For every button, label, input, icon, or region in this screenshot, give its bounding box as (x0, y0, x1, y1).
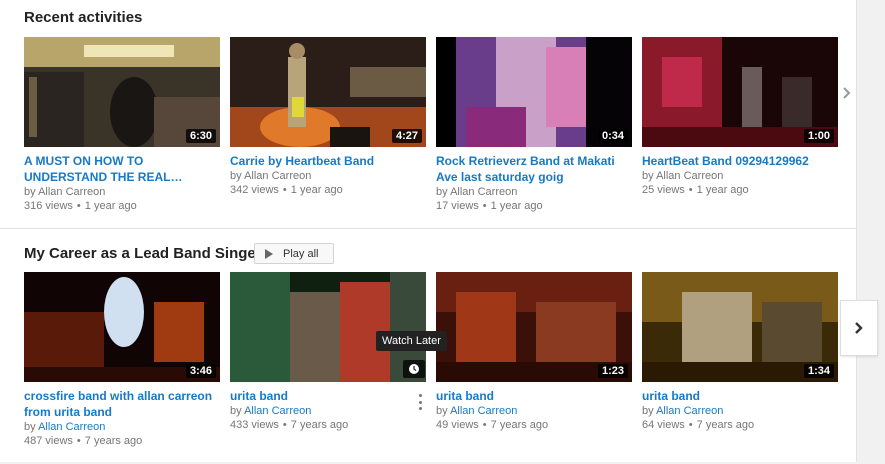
separator-dot: • (76, 200, 81, 212)
video-thumbnail[interactable]: 0:34 (436, 37, 632, 147)
video-views: 64 views (642, 419, 685, 431)
video-author[interactable]: Allan Carreon (38, 421, 105, 433)
separator-dot: • (76, 435, 81, 447)
by-label: by (230, 170, 242, 182)
by-label: by (642, 170, 654, 182)
play-icon (265, 248, 273, 259)
video-card[interactable]: 6:30 A MUST ON HOW TO UNDERSTAND THE REA… (24, 37, 220, 213)
video-duration: 1:00 (803, 129, 834, 143)
separator-dot: • (482, 419, 487, 431)
video-card[interactable]: 1:23 urita band by Allan Carreon 49 view… (436, 272, 632, 432)
video-duration: 6:30 (185, 129, 216, 143)
video-card[interactable]: 0:34 Rock Retrieverz Band at Makati Ave … (436, 37, 632, 213)
video-thumbnail[interactable]: 6:30 (24, 37, 220, 147)
video-card[interactable]: 1:34 urita band by Allan Carreon 64 view… (642, 272, 838, 432)
video-title[interactable]: urita band (642, 388, 838, 404)
next-page-button[interactable] (840, 300, 878, 356)
video-title[interactable]: urita band (436, 388, 632, 404)
clock-icon (409, 364, 419, 374)
video-card[interactable]: urita band by Allan Carreon 433 views • 7 … (230, 272, 426, 432)
chevron-right-icon (855, 322, 863, 334)
by-label: by (436, 405, 448, 417)
chevron-right-icon[interactable] (842, 85, 852, 101)
by-label: by (24, 421, 36, 433)
video-card[interactable]: 1:00 HeartBeat Band 09294129962 by Allan… (642, 37, 838, 197)
video-duration: 3:46 (185, 364, 216, 378)
section-title: Recent activities (24, 9, 143, 26)
separator-dot: • (482, 200, 487, 212)
video-duration: 4:27 (391, 129, 422, 143)
video-author[interactable]: Allan Carreon (450, 186, 517, 198)
video-views: 433 views (230, 419, 279, 431)
video-author[interactable]: Allan Carreon (38, 186, 105, 198)
video-age: 7 years ago (290, 419, 349, 431)
play-all-button[interactable]: Play all (254, 243, 334, 264)
video-title[interactable]: Rock Retrieverz Band at Makati Ave last … (436, 153, 632, 185)
section-title: My Career as a Lead Band Singer (24, 245, 262, 262)
video-age: 1 year ago (84, 200, 137, 212)
by-label: by (642, 405, 654, 417)
video-views: 487 views (24, 435, 73, 447)
by-label: by (230, 405, 242, 417)
video-author[interactable]: Allan Carreon (656, 405, 723, 417)
thumbnail-image (230, 272, 426, 382)
video-author[interactable]: Allan Carreon (450, 405, 517, 417)
video-title[interactable]: HeartBeat Band 09294129962 (642, 153, 838, 169)
separator-dot: • (688, 419, 693, 431)
separator-dot: • (688, 184, 693, 196)
video-duration: 0:34 (597, 129, 628, 143)
video-thumbnail[interactable]: 1:34 (642, 272, 838, 382)
video-views: 316 views (24, 200, 73, 212)
video-thumbnail[interactable]: 4:27 (230, 37, 426, 147)
separator-dot: • (282, 184, 287, 196)
separator-dot: • (282, 419, 287, 431)
video-thumbnail[interactable]: 3:46 (24, 272, 220, 382)
video-author[interactable]: Allan Carreon (244, 170, 311, 182)
watch-later-button[interactable] (403, 360, 425, 378)
video-age: 7 years ago (490, 419, 549, 431)
video-author[interactable]: Allan Carreon (656, 170, 723, 182)
video-views: 25 views (642, 184, 685, 196)
more-options-icon[interactable] (416, 394, 424, 410)
by-label: by (24, 186, 36, 198)
video-age: 7 years ago (696, 419, 755, 431)
video-card[interactable]: 4:27 Carrie by Heartbeat Band by Allan C… (230, 37, 426, 197)
watch-later-tooltip: Watch Later (376, 331, 447, 351)
video-title[interactable]: crossfire band with allan carreon from u… (24, 388, 220, 420)
video-thumbnail[interactable] (230, 272, 426, 382)
video-title[interactable]: A MUST ON HOW TO UNDERSTAND THE REAL… (24, 153, 220, 185)
video-age: 7 years ago (84, 435, 143, 447)
video-age: 1 year ago (696, 184, 749, 196)
video-card[interactable]: 3:46 crossfire band with allan carreon f… (24, 272, 220, 448)
video-thumbnail[interactable]: 1:00 (642, 37, 838, 147)
play-all-label: Play all (283, 247, 319, 260)
video-age: 1 year ago (290, 184, 343, 196)
video-age: 1 year ago (490, 200, 543, 212)
by-label: by (436, 186, 448, 198)
video-views: 49 views (436, 419, 479, 431)
video-duration: 1:23 (597, 364, 628, 378)
video-title[interactable]: urita band (230, 388, 426, 404)
video-views: 342 views (230, 184, 279, 196)
video-author[interactable]: Allan Carreon (244, 405, 311, 417)
video-duration: 1:34 (803, 364, 834, 378)
video-thumbnail[interactable]: 1:23 (436, 272, 632, 382)
video-views: 17 views (436, 200, 479, 212)
video-title[interactable]: Carrie by Heartbeat Band (230, 153, 426, 169)
